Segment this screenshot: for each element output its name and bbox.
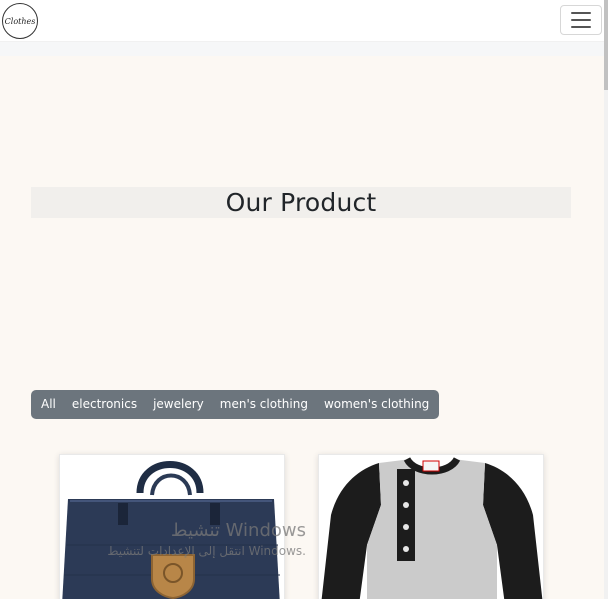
category-filter-group: All electronics jewelery men's clothing … <box>31 390 440 419</box>
filter-womens-clothing-button[interactable]: women's clothing <box>316 390 437 419</box>
brand-logo-text: Clothes <box>4 16 36 26</box>
filter-all-button[interactable]: All <box>33 390 64 419</box>
section-title-band: Our Product <box>31 187 571 218</box>
hamburger-line <box>571 19 591 21</box>
hamburger-line <box>571 12 591 14</box>
section-title: Our Product <box>225 188 377 217</box>
navy-backpack-image <box>60 455 284 599</box>
filter-mens-clothing-button[interactable]: men's clothing <box>212 390 316 419</box>
filter-jewelery-button[interactable]: jewelery <box>145 390 212 419</box>
brand-logo[interactable]: Clothes <box>2 3 38 39</box>
product-card[interactable] <box>59 454 285 599</box>
navbar: Clothes <box>0 0 604 42</box>
product-card[interactable] <box>318 454 544 599</box>
scrollbar-thumb[interactable] <box>604 0 608 90</box>
page-scrollbar[interactable] <box>604 0 608 599</box>
hamburger-menu-icon[interactable] <box>560 5 602 35</box>
raglan-henley-shirt-image <box>319 455 543 599</box>
hamburger-line <box>571 26 591 28</box>
filter-electronics-button[interactable]: electronics <box>64 390 145 419</box>
navbar-underlay <box>0 42 604 56</box>
